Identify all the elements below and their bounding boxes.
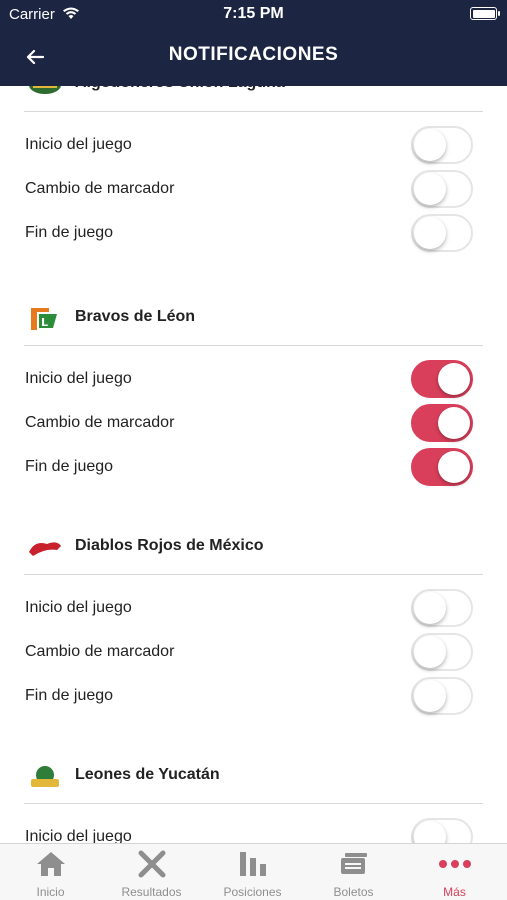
tab-mas[interactable]: Más	[404, 844, 505, 900]
toggle-label: Inicio del juego	[25, 828, 132, 843]
toggle-row: Cambio de marcador	[0, 168, 507, 212]
toggle-row: Fin de juego	[0, 446, 507, 490]
switch-knob	[414, 173, 446, 205]
toggle-row: Fin de juego	[0, 675, 507, 719]
end-game-switch[interactable]	[411, 677, 473, 715]
bravos-logo: L	[26, 304, 64, 334]
home-icon	[0, 849, 101, 879]
switch-knob	[414, 592, 446, 624]
switch-knob	[438, 363, 470, 395]
toggle-label: Cambio de marcador	[25, 414, 175, 431]
bar-chart-icon	[202, 849, 303, 879]
score-change-switch[interactable]	[411, 633, 473, 671]
diablos-logo	[26, 533, 64, 563]
tab-label: Más	[443, 885, 466, 899]
start-game-switch[interactable]	[411, 589, 473, 627]
status-time: 7:15 PM	[223, 5, 284, 22]
team-section-bravos: L Bravos de Léon Inicio del juego Cambio…	[0, 292, 507, 490]
tab-label: Inicio	[36, 885, 65, 899]
tab-boletos[interactable]: Boletos	[303, 844, 404, 900]
toggle-row: Inicio del juego	[0, 124, 507, 168]
toggle-label: Cambio de marcador	[25, 180, 175, 197]
switch-knob	[414, 636, 446, 668]
svg-text:L: L	[41, 316, 48, 329]
notification-list[interactable]: Algodoneros Unión Laguna Inicio del jueg…	[0, 0, 507, 843]
more-dots-icon	[404, 849, 505, 879]
end-game-switch[interactable]	[411, 214, 473, 252]
toggle-label: Fin de juego	[25, 687, 114, 704]
status-bar: Carrier 7:15 PM	[0, 0, 507, 28]
team-header: L Bravos de Léon	[24, 292, 483, 346]
team-name: Bravos de Léon	[75, 308, 196, 325]
switch-knob	[414, 129, 446, 161]
team-section-algodoneros: Algodoneros Unión Laguna Inicio del jueg…	[0, 58, 507, 256]
team-name: Leones de Yucatán	[75, 766, 220, 783]
page-title: NOTIFICACIONES	[168, 44, 339, 65]
tab-inicio[interactable]: Inicio	[0, 844, 101, 900]
toggle-label: Inicio del juego	[25, 136, 132, 153]
toggle-label: Inicio del juego	[25, 599, 132, 616]
toggle-row: Cambio de marcador	[0, 402, 507, 446]
start-game-switch[interactable]	[411, 818, 473, 843]
switch-knob	[438, 451, 470, 483]
toggle-label: Inicio del juego	[25, 370, 132, 387]
tab-label: Resultados	[121, 885, 182, 899]
start-game-switch[interactable]	[411, 126, 473, 164]
tab-posiciones[interactable]: Posiciones	[202, 844, 303, 900]
tab-bar: Inicio Resultados Posiciones Boletos Más	[0, 843, 507, 900]
nav-bar: NOTIFICACIONES	[0, 28, 507, 86]
toggle-row: Inicio del juego	[0, 816, 507, 843]
leones-logo	[26, 762, 64, 792]
toggle-label: Fin de juego	[25, 458, 114, 475]
toggle-row: Cambio de marcador	[0, 631, 507, 675]
team-section-diablos: Diablos Rojos de México Inicio del juego…	[0, 521, 507, 719]
toggle-label: Cambio de marcador	[25, 643, 175, 660]
toggle-row: Fin de juego	[0, 212, 507, 256]
toggle-row: Inicio del juego	[0, 358, 507, 402]
start-game-switch[interactable]	[411, 360, 473, 398]
team-header: Diablos Rojos de México	[24, 521, 483, 575]
switch-knob	[414, 821, 446, 843]
toggle-row: Inicio del juego	[0, 587, 507, 631]
tab-resultados[interactable]: Resultados	[101, 844, 202, 900]
score-change-switch[interactable]	[411, 170, 473, 208]
switch-knob	[438, 407, 470, 439]
end-game-switch[interactable]	[411, 448, 473, 486]
team-header: Leones de Yucatán	[24, 750, 483, 804]
crossed-bats-icon	[101, 849, 202, 879]
top-bar: Carrier 7:15 PM NOTIFICACIONES	[0, 0, 507, 86]
team-section-leones: Leones de Yucatán Inicio del juego	[0, 750, 507, 843]
tickets-icon	[303, 849, 404, 879]
score-change-switch[interactable]	[411, 404, 473, 442]
switch-knob	[414, 680, 446, 712]
battery-icon	[470, 7, 500, 20]
switch-knob	[414, 217, 446, 249]
toggle-label: Fin de juego	[25, 224, 114, 241]
tab-label: Posiciones	[223, 885, 282, 899]
team-name: Diablos Rojos de México	[75, 537, 264, 554]
tab-label: Boletos	[333, 885, 374, 899]
